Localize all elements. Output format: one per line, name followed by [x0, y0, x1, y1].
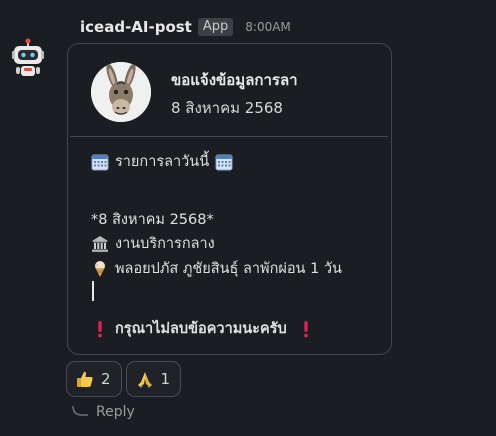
- slack-message: icead-AI-post App 8:00AM ขอแจ้งข้อมูลการ…: [0, 0, 496, 436]
- reactions-bar: 2 1: [66, 361, 182, 397]
- message-timestamp[interactable]: 8:00AM: [245, 20, 291, 34]
- app-badge: App: [197, 18, 234, 36]
- message-header: icead-AI-post App 8:00AM: [80, 17, 291, 37]
- text-cursor: [92, 281, 94, 301]
- warning-text: กรุณาไม่ลบข้อความนะครับ: [115, 321, 287, 337]
- red-exclamation-icon: [303, 320, 308, 337]
- reply-label: Reply: [96, 404, 135, 420]
- donkey-avatar-icon: [91, 62, 151, 122]
- reaction-folded-hands[interactable]: 1: [125, 361, 182, 397]
- card-subtitle: 8 สิงหาคม 2568: [171, 99, 283, 117]
- robot-avatar-icon[interactable]: [10, 38, 46, 80]
- sender-name[interactable]: icead-AI-post: [80, 18, 192, 36]
- message-card: ขอแจ้งข้อมูลการลา 8 สิงหาคม 2568 รายการล…: [67, 43, 392, 355]
- reaction-count: 2: [101, 370, 111, 388]
- calendar-icon: [91, 154, 109, 170]
- reply-thread-icon: [72, 405, 88, 416]
- leave-entry-text: พลอยปภัส ภูชัยสินธุ์ ลาพักผ่อน 1 วัน: [115, 261, 342, 277]
- classical-building-icon: [92, 235, 108, 252]
- calendar-icon: [215, 154, 233, 170]
- ice-cream-icon: [95, 260, 105, 277]
- red-exclamation-icon: [98, 320, 102, 337]
- leave-entry-line: พลอยปภัส ภูชัยสินธุ์ ลาพักผ่อน 1 วัน: [91, 257, 342, 280]
- thumbs-up-icon: [77, 371, 93, 387]
- card-divider: [70, 136, 388, 137]
- folded-hands-icon: [137, 372, 152, 388]
- reaction-count: 1: [160, 370, 171, 388]
- date-line-text: *8 สิงหาคม 2568*: [91, 212, 214, 228]
- card-title: ขอแจ้งข้อมูลการลา: [171, 71, 298, 89]
- department-line: งานบริการกลาง: [91, 232, 215, 255]
- date-line: *8 สิงหาคม 2568*: [91, 208, 214, 231]
- reaction-thumbs-up[interactable]: 2: [66, 361, 122, 397]
- reply-button[interactable]: Reply: [70, 404, 135, 420]
- leave-list-heading: รายการลาวันนี้: [91, 150, 233, 173]
- warning-line: กรุณาไม่ลบข้อความนะครับ: [91, 317, 315, 340]
- leave-list-heading-text: รายการลาวันนี้: [115, 154, 210, 170]
- department-text: งานบริการกลาง: [115, 236, 215, 252]
